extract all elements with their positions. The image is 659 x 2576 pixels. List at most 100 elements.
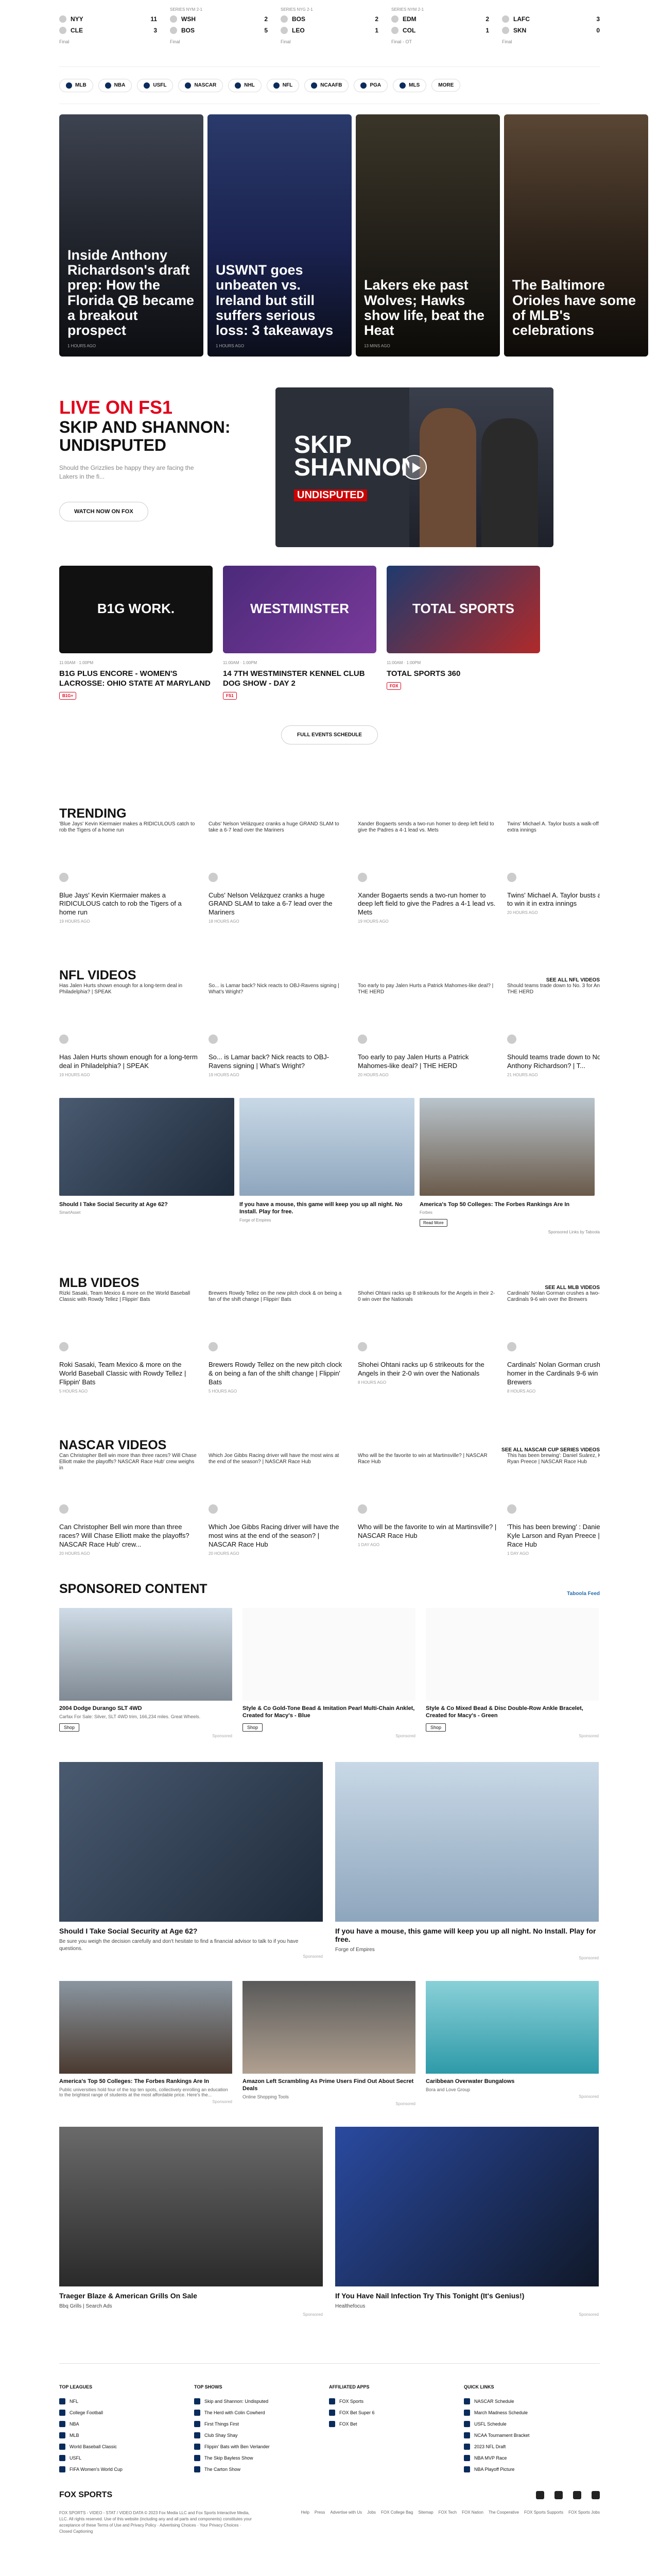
sponsored-card[interactable]: If you have a mouse, this game will keep… <box>335 1762 599 1960</box>
sponsored-image[interactable] <box>59 1762 323 1922</box>
footer-logo[interactable]: FOX SPORTS <box>59 2490 112 2500</box>
sponsored-cta-button[interactable]: Shop <box>426 1723 446 1732</box>
footer-bottom-link[interactable]: FOX Nation <box>462 2510 483 2535</box>
video-card[interactable]: So... is Lamar back? Nick reacts to OBJ-… <box>209 983 348 1077</box>
footer-link[interactable]: Skip and Shannon: Undisputed <box>194 2396 329 2407</box>
footer-bottom-link[interactable]: FOX Sports Jobs <box>568 2510 600 2535</box>
video-thumbnail[interactable]: Cubs' Nelson Velázquez cranks a huge GRA… <box>209 821 348 883</box>
score-card[interactable]: SERIES NYG 2-1 BOS 2 LEO 1 Final <box>281 7 378 44</box>
footer-link[interactable]: USFL <box>59 2452 194 2464</box>
watch-now-button[interactable]: WATCH NOW ON FOX <box>59 501 148 521</box>
nav-chip-pga[interactable]: PGA <box>354 78 388 92</box>
video-card[interactable]: Can Christopher Bell win more than three… <box>59 1453 198 1556</box>
nav-chip-nba[interactable]: NBA <box>98 78 132 92</box>
sponsored-image[interactable] <box>426 1607 599 1701</box>
footer-bottom-link[interactable]: The Cooperative <box>489 2510 519 2535</box>
video-thumbnail[interactable]: Too early to pay Jalen Hurts a Patrick M… <box>358 983 497 1045</box>
instagram-icon[interactable] <box>573 2490 581 2499</box>
footer-bottom-link[interactable]: FOX College Bag <box>381 2510 413 2535</box>
nav-chip-nhl[interactable]: NHL <box>228 78 262 92</box>
sponsored-image[interactable] <box>335 2127 599 2287</box>
video-card[interactable]: Cardinals' Nolan Gorman crushes a two-ru… <box>507 1291 600 1394</box>
live-thumbnail[interactable]: SKIP SHANNON UNDISPUTED <box>275 387 553 547</box>
footer-link[interactable]: FOX Bet Super 6 <box>329 2407 464 2418</box>
video-thumbnail[interactable]: Can Christopher Bell win more than three… <box>59 1453 198 1515</box>
footer-link[interactable]: The Carton Show <box>194 2464 329 2475</box>
nav-chip-mls[interactable]: MLS <box>393 78 427 92</box>
footer-link[interactable]: NFL <box>59 2396 194 2407</box>
sponsored-card[interactable]: Style & Co Mixed Bead & Disc Double-Row … <box>426 1607 599 1738</box>
play-icon[interactable] <box>402 455 427 480</box>
sponsored-image[interactable] <box>59 2127 323 2287</box>
video-thumbnail[interactable]: Twins' Michael A. Taylor busts a walk-of… <box>507 821 600 883</box>
sponsored-image[interactable] <box>335 1762 599 1922</box>
sponsored-image[interactable] <box>59 1607 232 1701</box>
video-thumbnail[interactable]: 'Blue Jays' Kevin Kiermaier makes a RIDI… <box>59 821 198 883</box>
sponsored-image[interactable] <box>426 1980 599 2074</box>
footer-link[interactable]: NBA Playoff Picture <box>464 2464 599 2475</box>
footer-link[interactable]: NBA MVP Race <box>464 2452 599 2464</box>
footer-bottom-link[interactable]: Press <box>315 2510 325 2535</box>
video-thumbnail[interactable]: Has Jalen Hurts shown enough for a long-… <box>59 983 198 1045</box>
sponsored-image[interactable] <box>59 1980 232 2074</box>
video-card[interactable]: Who will be the favorite to win at Marti… <box>358 1453 497 1556</box>
footer-link[interactable]: March Madness Schedule <box>464 2407 599 2418</box>
hero-card[interactable]: The Baltimore Orioles have some of MLB's… <box>504 114 648 357</box>
footer-link[interactable]: First Things First <box>194 2418 329 2430</box>
sponsored-card[interactable]: Traeger Blaze & American Grills On Sale B… <box>59 2127 323 2317</box>
sponsored-card[interactable]: America's Top 50 Colleges: The Forbes Ra… <box>59 1980 232 2107</box>
show-thumbnail[interactable]: TOTAL SPORTS <box>387 566 540 653</box>
show-card[interactable]: B1G WORK. 11:00AM · 1:00PM B1G PLUS ENCORE… <box>59 566 213 700</box>
score-card[interactable]: SERIES NYM 2-1 EDM 2 COL 1 Final - OT <box>391 7 489 44</box>
video-card[interactable]: Should teams trade down to No. 3 for An t… <box>507 983 600 1077</box>
video-thumbnail[interactable]: This has been brewing': Daniel Suárez, K… <box>507 1453 600 1515</box>
sponsored-card[interactable]: Should I Take Social Security at Age 62?… <box>59 1762 323 1960</box>
sponsored-cta-button[interactable]: Shop <box>242 1723 263 1732</box>
video-thumbnail[interactable]: Xander Bogaerts sends a two-run homer to… <box>358 821 497 883</box>
see-all-mlb-link[interactable]: SEE ALL MLB VIDEOS <box>545 1285 600 1291</box>
footer-link[interactable]: USFL Schedule <box>464 2418 599 2430</box>
footer-link[interactable]: The Herd with Colin Cowherd <box>194 2407 329 2418</box>
video-thumbnail[interactable]: Which Joe Gibbs Racing driver will have … <box>209 1453 348 1515</box>
footer-link[interactable]: FOX Bet <box>329 2418 464 2430</box>
footer-link[interactable]: NASCAR Schedule <box>464 2396 599 2407</box>
video-thumbnail[interactable]: Who will be the favorite to win at Marti… <box>358 1453 497 1515</box>
footer-link[interactable]: FIFA Women's World Cup <box>59 2464 194 2475</box>
youtube-icon[interactable] <box>592 2490 600 2499</box>
sponsored-card[interactable]: If You Have Nail Infection Try This Toni… <box>335 2127 599 2317</box>
nav-chip-more[interactable]: MORE <box>431 79 461 92</box>
video-thumbnail[interactable]: Cardinals' Nolan Gorman crushes a two-ru… <box>507 1291 600 1352</box>
footer-bottom-link[interactable]: Sitemap <box>418 2510 433 2535</box>
footer-link[interactable]: 2023 NFL Draft <box>464 2441 599 2452</box>
video-card[interactable]: Too early to pay Jalen Hurts a Patrick M… <box>358 983 497 1077</box>
sponsored-card[interactable]: Caribbean Overwater Bungalows Bora and Lo… <box>426 1980 599 2107</box>
video-thumbnail[interactable]: Shohei Ohtani racks up 8 strikeouts for … <box>358 1291 497 1352</box>
ad-cta-button[interactable]: Read More <box>420 1219 447 1227</box>
video-card[interactable]: Xander Bogaerts sends a two-run homer to… <box>358 821 497 924</box>
score-card[interactable]: SERIES NYM 2-1 WSH 2 BOS 5 Final <box>170 7 268 44</box>
sponsored-card[interactable]: 2004 Dodge Durango SLT 4WD Carfax For Sal… <box>59 1607 232 1739</box>
sponsored-cta-button[interactable]: Shop <box>59 1723 80 1732</box>
hero-card[interactable]: Lakers eke past Wolves; Hawks show life,… <box>356 114 500 357</box>
video-card[interactable]: Has Jalen Hurts shown enough for a long-… <box>59 983 198 1077</box>
footer-link[interactable]: NBA <box>59 2418 194 2430</box>
ad-image[interactable] <box>420 1097 595 1196</box>
video-thumbnail[interactable]: So... is Lamar back? Nick reacts to OBJ-… <box>209 983 348 1045</box>
footer-link[interactable]: Flippin' Bats with Ben Verlander <box>194 2441 329 2452</box>
see-all-nascar-link[interactable]: SEE ALL NASCAR CUP SERIES VIDEOS <box>501 1447 600 1453</box>
sponsored-image[interactable] <box>242 1607 415 1701</box>
hero-card[interactable]: Inside Anthony Richardson's draft prep: … <box>59 114 203 357</box>
full-schedule-button[interactable]: FULL EVENTS SCHEDULE <box>281 725 378 744</box>
video-card[interactable]: Twins' Michael A. Taylor busts a walk-of… <box>507 821 600 924</box>
facebook-icon[interactable] <box>536 2490 544 2499</box>
ad-card[interactable]: Should I Take Social Security at Age 62?… <box>59 1097 234 1227</box>
video-card[interactable]: Shohei Ohtani racks up 8 strikeouts for … <box>358 1291 497 1394</box>
footer-link[interactable]: MLB <box>59 2430 194 2441</box>
nav-chip-nfl[interactable]: NFL <box>266 78 300 92</box>
video-card[interactable]: Which Joe Gibbs Racing driver will have … <box>209 1453 348 1556</box>
footer-link[interactable]: The Skip Bayless Show <box>194 2452 329 2464</box>
footer-bottom-link[interactable]: FOX Tech <box>439 2510 457 2535</box>
video-card[interactable]: Rizki Sasaki, Team Mexico & more on the … <box>59 1291 198 1394</box>
video-card[interactable]: Brewers Rowdy Tellez on the new pitch cl… <box>209 1291 348 1394</box>
footer-bottom-link[interactable]: Help <box>301 2510 309 2535</box>
